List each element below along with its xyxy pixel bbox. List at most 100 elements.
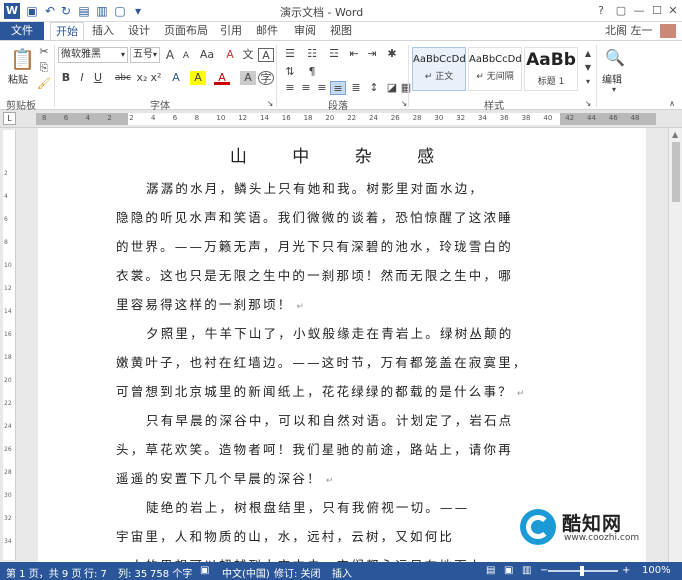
style-name: ↵ 无间隔 [476,72,514,82]
tab-page-layout[interactable]: 页面布局 [160,22,212,40]
bullets-icon[interactable]: ☰ [282,47,298,61]
change-case-icon[interactable]: Aa [196,48,218,62]
ruler-tick-label: 16 [281,114,291,122]
status-insert-mode[interactable]: 插入 [332,565,352,580]
strikethrough-button[interactable]: abc [112,71,134,85]
chevron-down-icon: ▾ [152,50,157,59]
tab-home[interactable]: 开始 [50,22,84,40]
format-painter-icon[interactable]: 🖌 [36,77,52,91]
increase-indent-icon[interactable]: ⇥ [364,47,380,61]
grow-font-icon[interactable]: A [162,48,178,62]
group-separator [54,45,55,107]
undo-icon[interactable]: ↶ [42,3,58,19]
italic-button[interactable]: I [74,71,90,85]
ruler-tick-label: 4 [151,114,156,122]
justify-icon[interactable]: ≡ [330,81,346,95]
document-line-text: 隐隐的听见水声和笑语。我们微微的谈着，恐怕惊醒了这浓睡 [116,210,513,225]
paste-button-label[interactable]: 粘贴 [8,71,28,86]
print-preview-icon[interactable]: ▥ [94,3,110,19]
proofing-icon[interactable]: ▣ [200,565,209,576]
text-effects-icon[interactable]: A [168,71,184,85]
align-right-icon[interactable]: ≡ [314,81,330,95]
character-shading-icon[interactable]: A [240,71,256,85]
status-page[interactable]: 第 1 页，共 9 页 [6,565,81,580]
chinese-layout-icon[interactable]: ✱ [384,47,400,61]
horizontal-ruler[interactable]: 8 6 4 2 2 4 6 8 10 12 14 16 18 20 22 24 26 28 30 32 34 36 38 40… [36,113,656,125]
vertical-ruler[interactable]: 2 4 6 8 10 12 14 16 18 20 22 24 26 28 30 32 34 [3,130,16,560]
highlight-color-icon[interactable]: A [190,71,206,85]
styles-dialog-launcher-icon[interactable]: ↘ [580,97,596,111]
help-button[interactable]: ? [590,2,612,20]
web-layout-icon[interactable]: ▥ [522,565,531,576]
tab-file[interactable]: 文件 [0,22,44,40]
tab-review[interactable]: 审阅 [290,22,320,40]
line-spacing-icon[interactable]: ↕ [366,81,382,95]
document-line: 遥遥的安置下几个早晨的深谷！ ↵ [116,468,336,487]
document-page[interactable]: 山 中 杂 感 潺潺的水月，鳞头上只有她和我。树影里对面水边， 隐隐的听见水声和笑… [38,128,646,562]
font-name-select[interactable]: 微软雅黑 ▾ [58,47,128,63]
new-document-icon[interactable]: ▤ [76,3,92,19]
vertical-ruler-tick-label: 30 [4,492,12,499]
copy-icon[interactable]: ⎘ [36,61,52,75]
styles-scroll-down-icon[interactable]: ▼ [580,61,596,75]
read-mode-icon[interactable]: ▤ [486,565,495,576]
scroll-up-icon[interactable]: ▲ [672,130,678,139]
close-button[interactable]: ✕ [662,2,682,20]
zoom-slider[interactable] [548,566,618,576]
paste-icon[interactable]: 📋 [10,47,35,71]
align-center-icon[interactable]: ≡ [298,81,314,95]
show-marks-icon[interactable]: ¶ [304,65,320,79]
underline-button[interactable]: U [90,71,106,85]
ruler-tick-label: 28 [412,114,422,122]
cut-icon[interactable]: ✂ [36,45,52,59]
status-track-changes[interactable]: 修订: 关闭 [274,565,321,580]
user-account[interactable]: 北阁 左一 [605,22,676,40]
decrease-indent-icon[interactable]: ⇤ [346,47,362,61]
status-word-count[interactable]: 758 个字 [150,565,192,580]
styles-more-icon[interactable]: ▾ [580,75,596,89]
zoom-level[interactable]: 100% [642,565,671,576]
bold-button[interactable]: B [58,71,74,85]
scroll-thumb[interactable] [672,142,680,202]
vertical-scrollbar[interactable]: ▲ [668,128,682,562]
ruler-tick-label: 44 [587,114,596,122]
tab-insert[interactable]: 插入 [88,22,118,40]
style-normal[interactable]: AaBbCcDd ↵ 正文 [412,47,466,91]
align-left-icon[interactable]: ≡ [282,81,298,95]
customize-qat-icon[interactable]: ▾ [130,3,146,19]
find-icon[interactable]: 🔍 [604,47,626,69]
style-no-spacing[interactable]: AaBbCcDd ↵ 无间隔 [468,47,522,91]
distributed-icon[interactable]: ≣ [348,81,364,95]
vertical-ruler-tick-label: 26 [4,446,12,453]
zoom-slider-thumb[interactable] [580,566,584,576]
save-icon[interactable]: ▣ [24,3,40,19]
document-line-text: 陡绝的岩上，树根盘结里，只有我俯视一切。—— [146,500,470,515]
open-icon[interactable]: ▢ [112,3,128,19]
status-language[interactable]: 中文(中国) [222,565,270,580]
collapse-ribbon-icon[interactable]: ∧ [664,97,680,111]
numbering-icon[interactable]: ☷ [304,47,320,61]
shrink-font-icon[interactable]: A [178,49,194,63]
zoom-in-button[interactable]: + [622,565,630,576]
print-layout-icon[interactable]: ▣ [504,565,513,576]
enclose-characters-icon[interactable]: 字 [258,71,274,85]
sort-icon[interactable]: ⇅ [282,65,298,79]
styles-scroll-up-icon[interactable]: ▲ [580,47,596,61]
paragraph-dialog-launcher-icon[interactable]: ↘ [396,97,412,111]
tab-mailings[interactable]: 邮件 [252,22,282,40]
font-color-icon[interactable]: A [214,71,230,85]
style-sample: AaBb [526,50,576,70]
character-border-icon[interactable]: A [258,48,274,62]
clear-formatting-icon[interactable]: A [222,48,238,62]
style-sample: AaBbCcDd [413,54,466,65]
tab-view[interactable]: 视图 [326,22,356,40]
superscript-button[interactable]: x² [148,71,164,85]
multilevel-list-icon[interactable]: ☲ [326,47,342,61]
style-heading-1[interactable]: AaBb 标题 1 [524,47,578,91]
tab-design[interactable]: 设计 [124,22,154,40]
tab-selector[interactable]: L [3,112,16,125]
phonetic-guide-icon[interactable]: 文 [240,48,256,62]
font-size-select[interactable]: 五号 ▾ [130,47,160,63]
tab-references[interactable]: 引用 [216,22,246,40]
redo-icon[interactable]: ↻ [58,3,74,19]
